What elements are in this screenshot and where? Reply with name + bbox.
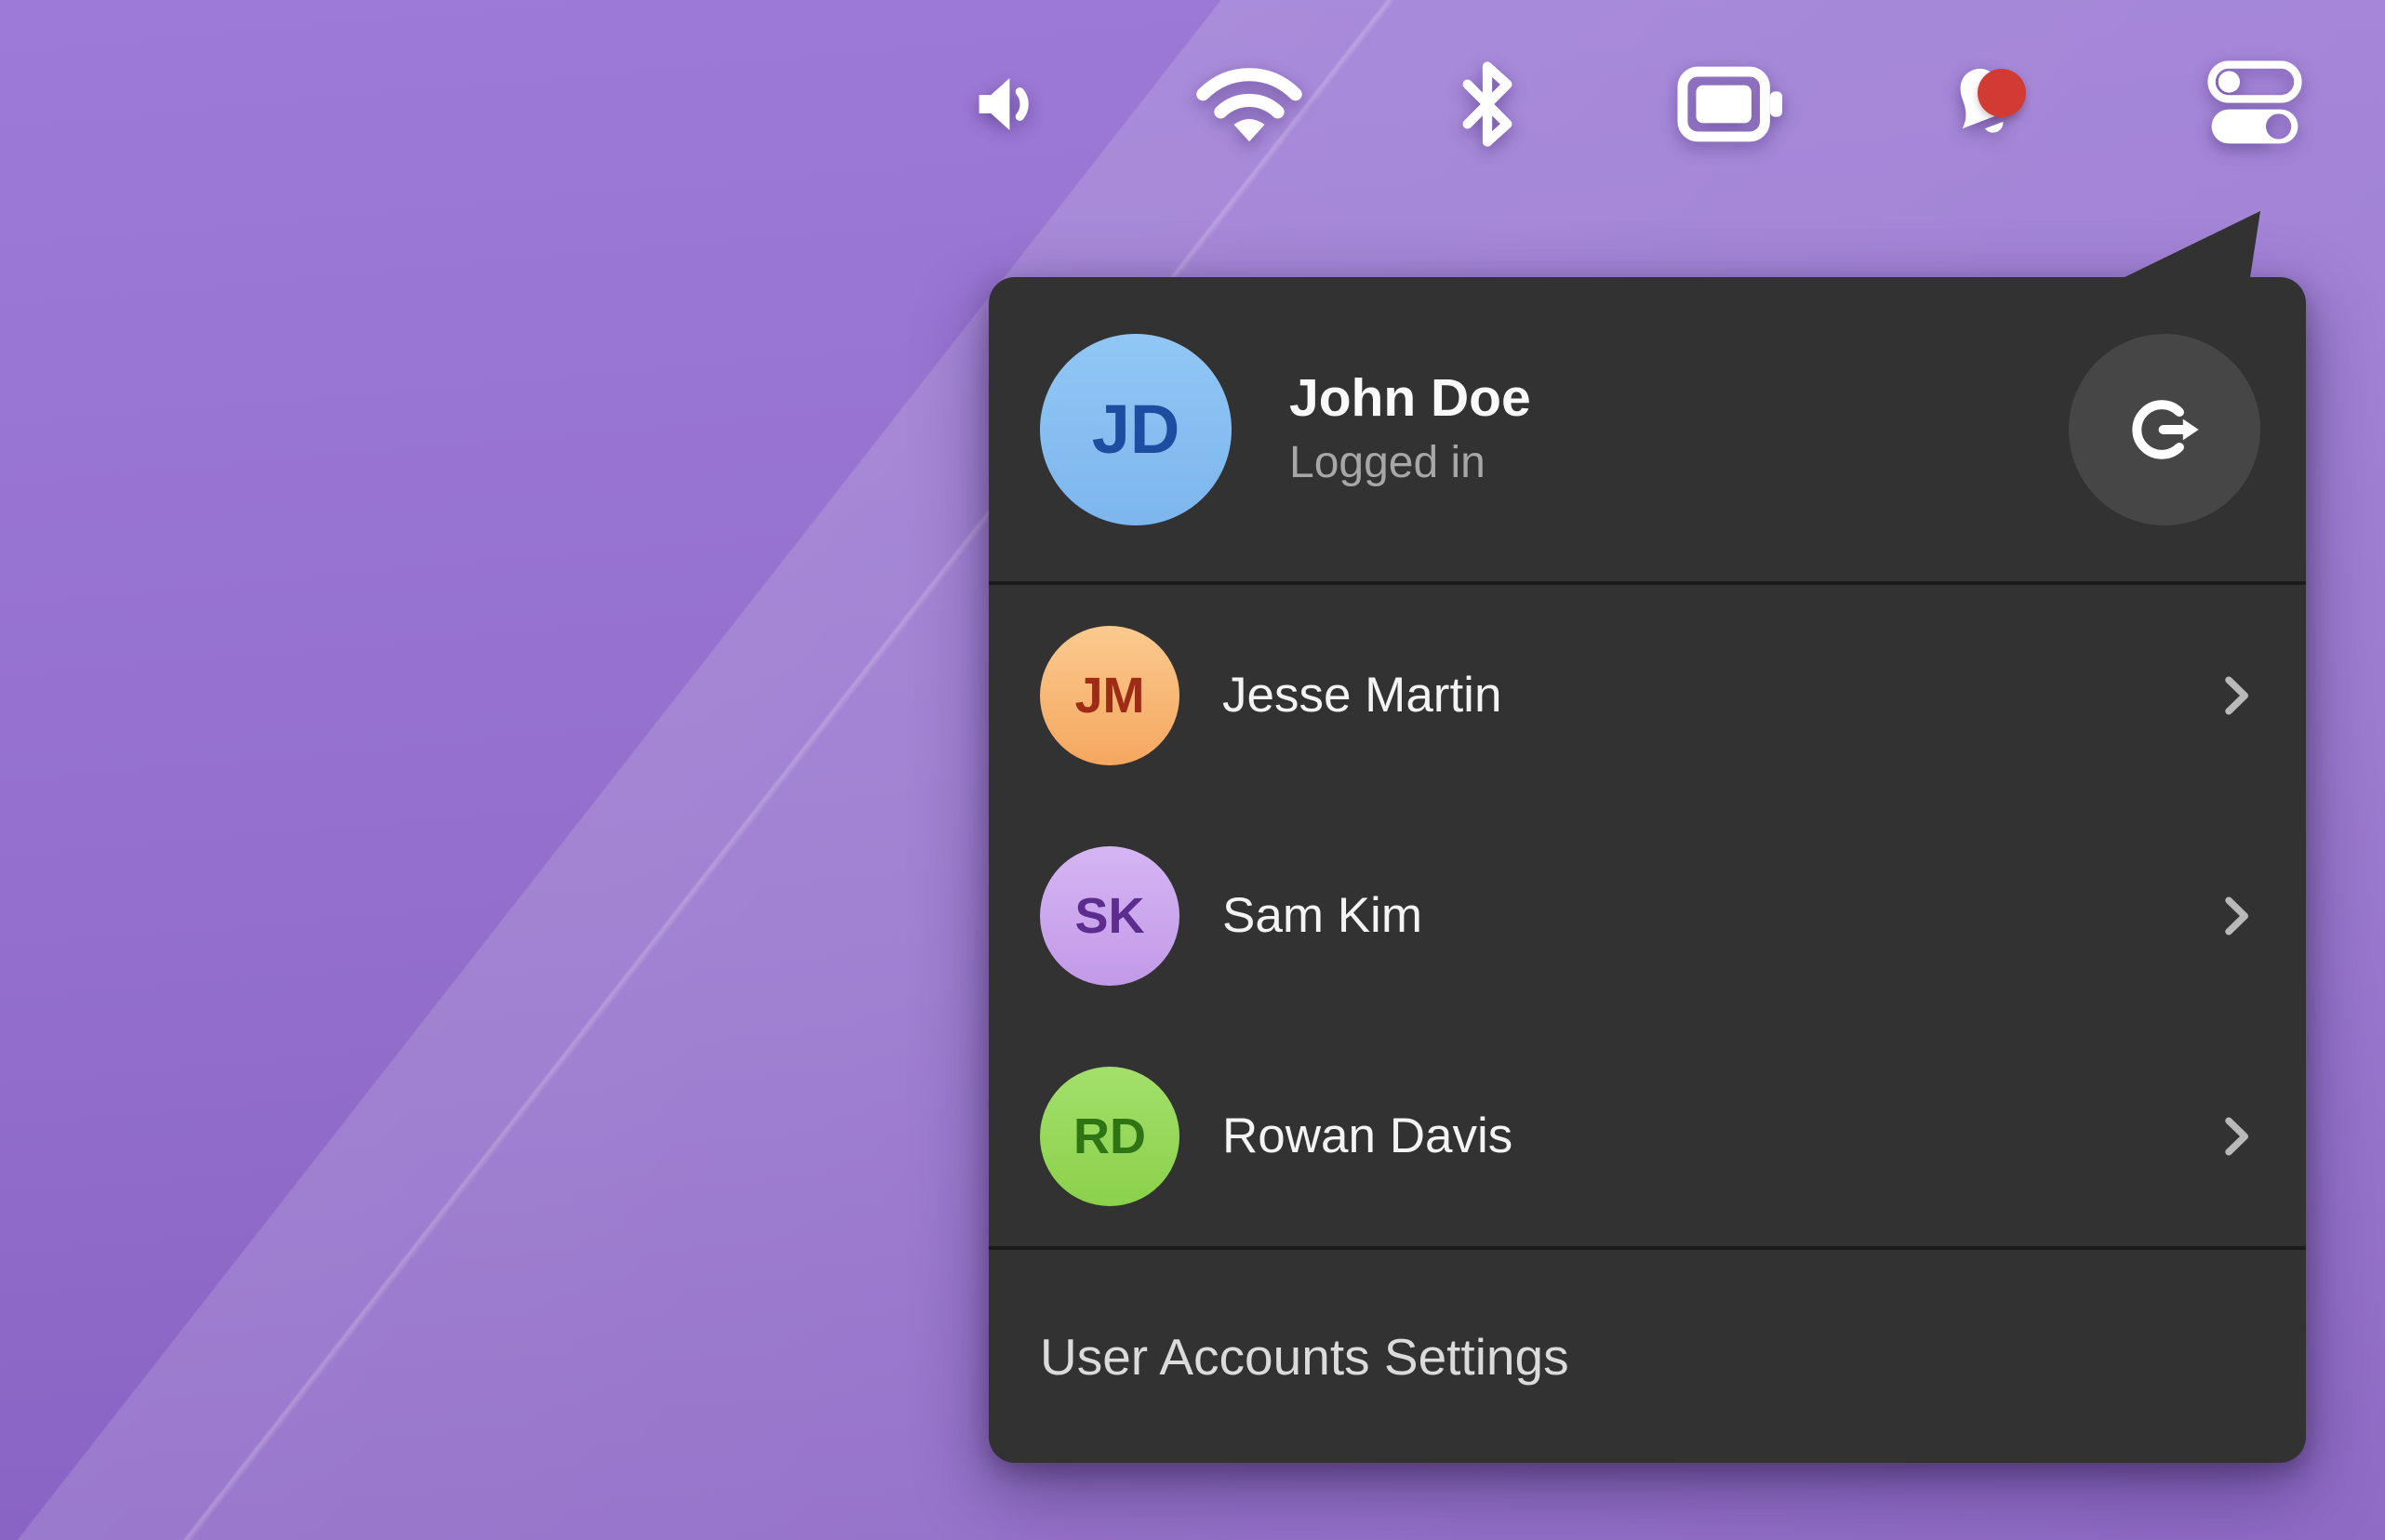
popover-tail: [2121, 211, 2260, 279]
current-user-identity: John Doe Logged in: [1289, 371, 1531, 486]
user-name: Jesse Martin: [1222, 667, 1501, 724]
wifi-icon: [1195, 66, 1303, 143]
user-row-rowan-davis[interactable]: RD Rowan Davis: [989, 1026, 2306, 1246]
chevron-right-icon: [2209, 1110, 2261, 1162]
current-user-avatar: JD: [1040, 334, 1232, 525]
logout-icon: [2124, 389, 2205, 471]
battery-button[interactable]: [1672, 52, 1792, 156]
wifi-button[interactable]: [1189, 52, 1310, 156]
quick-settings-button[interactable]: [2194, 52, 2315, 156]
avatar: RD: [1040, 1067, 1179, 1206]
current-user-row: JD John Doe Logged in: [989, 277, 2306, 581]
chevron-right-icon: [2209, 670, 2261, 722]
logout-button[interactable]: [2069, 334, 2260, 525]
chevron-right-icon: [2209, 890, 2261, 942]
current-user-name: John Doe: [1289, 371, 1531, 427]
notifications-button[interactable]: [1925, 52, 2046, 156]
user-accounts-settings-button[interactable]: User Accounts Settings: [1040, 1327, 1569, 1387]
bluetooth-button[interactable]: [1427, 52, 1548, 156]
battery-icon: [1677, 66, 1787, 142]
avatar: SK: [1040, 846, 1179, 986]
user-name: Sam Kim: [1222, 887, 1422, 944]
volume-button[interactable]: [947, 52, 1068, 156]
user-row-sam-kim[interactable]: SK Sam Kim: [989, 805, 2306, 1026]
current-user-status: Logged in: [1289, 440, 1531, 486]
user-accounts-popover: JD John Doe Logged in JM Jesse Martin: [989, 277, 2306, 1463]
user-list: JM Jesse Martin SK Sam Kim RD Rowan Davi…: [989, 585, 2306, 1246]
notification-badge: [1978, 69, 2026, 117]
volume-icon: [969, 66, 1046, 142]
bluetooth-icon: [1458, 59, 1517, 150]
user-row-jesse-martin[interactable]: JM Jesse Martin: [989, 585, 2306, 805]
user-name: Rowan Davis: [1222, 1108, 1512, 1164]
popover-footer: User Accounts Settings: [989, 1250, 2306, 1463]
desktop-wallpaper: JD John Doe Logged in JM Jesse Martin: [0, 0, 2385, 1540]
avatar: JM: [1040, 626, 1179, 765]
quick-settings-icon: [2206, 60, 2303, 149]
